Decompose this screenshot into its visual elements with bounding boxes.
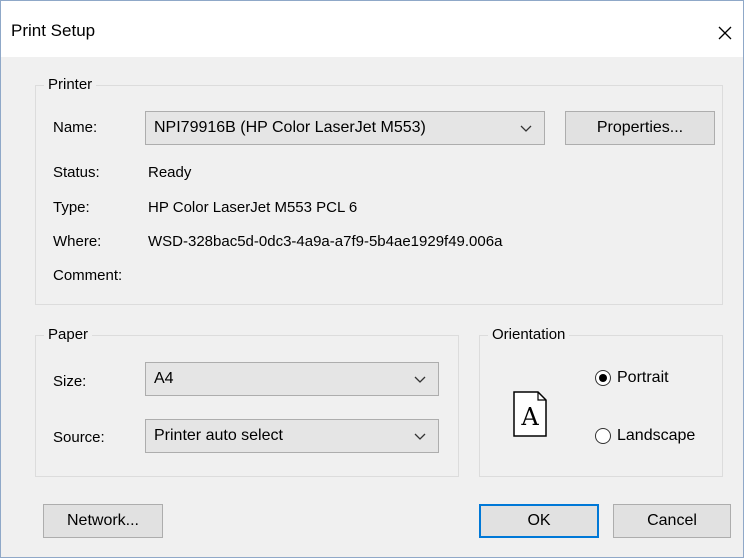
type-label: Type: [53,199,90,216]
paper-group-label: Paper [44,326,93,343]
status-label: Status: [53,164,100,181]
close-icon [718,26,732,40]
orientation-group-label: Orientation [488,326,570,343]
title-bar: Print Setup [1,1,743,57]
properties-button[interactable]: Properties... [565,111,715,145]
portrait-radio[interactable]: Portrait [595,369,669,387]
type-value: HP Color LaserJet M553 PCL 6 [148,199,358,216]
landscape-label: Landscape [617,427,696,444]
printer-name-select[interactable]: NPI79916B (HP Color LaserJet M553) [145,111,545,145]
chevron-down-icon [414,433,426,440]
comment-label: Comment: [53,267,123,284]
print-setup-dialog: Print Setup Printer Name: NPI79916B (HP … [0,0,744,558]
printer-group-label: Printer [44,76,97,93]
orientation-icon-letter: A [520,403,539,431]
portrait-label: Portrait [617,369,669,386]
network-button[interactable]: Network... [43,504,163,538]
paper-groupbox: Paper [35,326,459,477]
window-title: Print Setup [11,21,96,40]
paper-size-select[interactable]: A4 [145,362,439,396]
paper-source-select[interactable]: Printer auto select [145,419,439,453]
where-value: WSD-328bac5d-0dc3-4a9a-a7f9-5b4ae1929f49… [148,233,503,250]
paper-source-value: Printer auto select [154,427,283,444]
document-portrait-icon: A [513,391,547,437]
where-label: Where: [53,233,102,250]
printer-name-value: NPI79916B (HP Color LaserJet M553) [154,119,426,136]
status-value: Ready [148,164,192,181]
size-label: Size: [53,373,87,390]
chevron-down-icon [414,376,426,383]
landscape-radio[interactable]: Landscape [595,427,695,445]
ok-button[interactable]: OK [479,504,599,538]
landscape-radio-button[interactable] [595,428,611,444]
close-button[interactable] [707,15,743,51]
name-label: Name: [53,119,98,136]
cancel-button[interactable]: Cancel [613,504,731,538]
source-label: Source: [53,429,105,446]
chevron-down-icon [520,125,532,132]
paper-size-value: A4 [154,370,174,387]
portrait-radio-button[interactable] [595,370,611,386]
